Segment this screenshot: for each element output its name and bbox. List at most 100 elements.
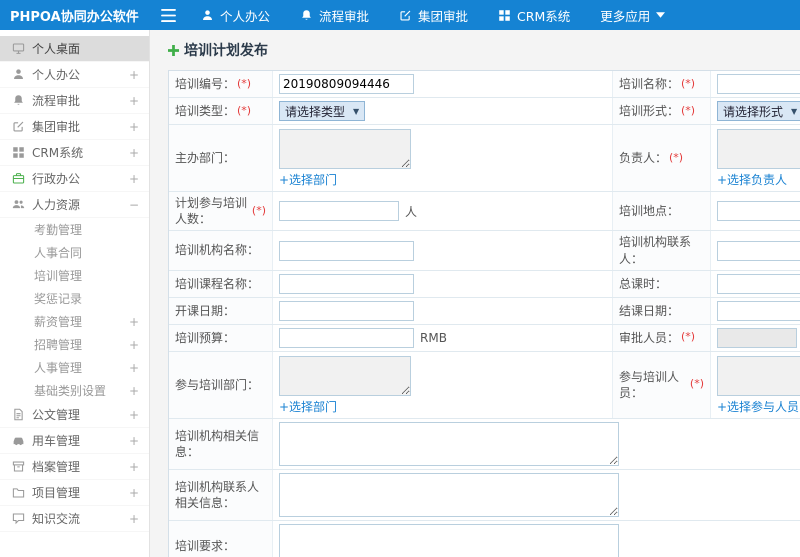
budget-input[interactable] — [279, 327, 414, 348]
host-dept-textarea[interactable] — [279, 129, 411, 169]
expand-icon[interactable]: + — [129, 434, 139, 448]
required-mark: (*) — [681, 330, 696, 344]
training-no-label: 培训编号： (*) — [169, 71, 273, 97]
select-dept-link[interactable]: +选择部门 — [279, 171, 337, 188]
top-menu-workflow-approval[interactable]: 流程审批 — [285, 0, 384, 30]
form-row: 培训预算： RMB 审批人员：(*) +选择审批人员 — [169, 324, 800, 352]
end-date-input[interactable] — [717, 300, 800, 321]
sidebar-subitem-training[interactable]: 培训管理 — [0, 264, 149, 287]
expand-icon[interactable]: + — [129, 94, 139, 108]
select-join-people-link[interactable]: +选择参与人员 — [717, 398, 799, 415]
select-value: 请选择形式 — [723, 104, 784, 119]
sidebar-subitem-rewards[interactable]: 奖惩记录 — [0, 287, 149, 310]
sidebar-subitem-attendance[interactable]: 考勤管理 — [0, 218, 149, 241]
join-people-textarea[interactable] — [717, 355, 800, 396]
budget-label: 培训预算： — [169, 324, 273, 351]
sidebar-item-project-mgmt[interactable]: 项目管理 + — [0, 480, 149, 506]
sidebar-item-personal-office[interactable]: 个人办公 + — [0, 62, 149, 88]
collapse-icon[interactable]: − — [129, 198, 139, 212]
expand-icon[interactable]: + — [129, 361, 139, 375]
sidebar-item-label: 人力资源 — [32, 198, 81, 212]
sidebar-item-archive-mgmt[interactable]: 档案管理 + — [0, 454, 149, 480]
expand-icon[interactable]: + — [129, 120, 139, 134]
training-no-input[interactable] — [279, 74, 414, 94]
required-mark: (*) — [237, 76, 252, 90]
training-form-select[interactable]: 请选择形式 ▼ — [717, 101, 800, 121]
training-name-label: 培训名称： (*) — [613, 71, 711, 97]
sidebar-subitem-label: 人事合同 — [34, 246, 83, 260]
expand-icon[interactable]: + — [129, 338, 139, 352]
start-date-input[interactable] — [279, 300, 414, 321]
top-menu-label: 流程审批 — [319, 8, 370, 24]
top-menu-crm[interactable]: CRM系统 — [483, 0, 585, 30]
planned-count-input[interactable] — [279, 201, 399, 222]
top-menu-personal-office[interactable]: 个人办公 — [186, 0, 285, 30]
expand-icon[interactable]: + — [129, 68, 139, 82]
sidebar-item-vehicle-mgmt[interactable]: 用车管理 + — [0, 428, 149, 454]
total-hours-input[interactable] — [717, 273, 800, 294]
sidebar-item-crm[interactable]: CRM系统 + — [0, 140, 149, 166]
user-icon — [201, 9, 214, 22]
sidebar-subitem-base-category[interactable]: 基础类别设置 + — [0, 379, 149, 402]
org-name-input[interactable] — [279, 240, 414, 261]
sidebar-item-admin-office[interactable]: 行政办公 + — [0, 166, 149, 192]
sidebar-subitem-label: 奖惩记录 — [34, 292, 83, 306]
training-plan-form: 培训编号：(*) 培训名称：(*) 培训类型：(*) 请选择类型 ▼ 培训形式：(… — [168, 70, 800, 557]
start-date-cell — [273, 297, 613, 324]
training-type-select[interactable]: 请选择类型 ▼ — [279, 101, 366, 121]
planned-count-cell: 人 — [273, 192, 613, 231]
expand-icon[interactable]: + — [129, 172, 139, 186]
expand-icon[interactable]: + — [129, 384, 139, 398]
expand-icon[interactable]: + — [129, 460, 139, 474]
approver-input[interactable] — [717, 327, 797, 348]
course-name-input[interactable] — [279, 273, 414, 294]
expand-icon[interactable]: + — [129, 146, 139, 160]
sidebar-item-label: 知识交流 — [32, 512, 81, 526]
sidebar-item-workflow-approval[interactable]: 流程审批 + — [0, 88, 149, 114]
sidebar-subitem-hr-contract[interactable]: 人事合同 — [0, 241, 149, 264]
host-dept-cell: +选择部门 — [273, 125, 613, 191]
select-join-dept-link[interactable]: +选择部门 — [279, 398, 337, 415]
join-dept-textarea[interactable] — [279, 355, 411, 396]
expand-icon[interactable]: + — [129, 408, 139, 422]
expand-icon[interactable]: + — [129, 512, 139, 526]
users-icon — [12, 198, 25, 211]
sidebar-item-document-mgmt[interactable]: 公文管理 + — [0, 402, 149, 428]
training-name-input[interactable] — [717, 74, 800, 94]
sidebar-subitem-personnel[interactable]: 人事管理 + — [0, 356, 149, 379]
chevron-down-icon: ▼ — [791, 106, 798, 116]
form-row: 计划参与培训人数： (*) 人 培训地点： — [169, 192, 800, 232]
end-date-label: 结课日期： — [613, 297, 711, 324]
sidebar-subitem-salary[interactable]: 薪资管理 + — [0, 310, 149, 333]
leader-textarea[interactable] — [717, 129, 800, 169]
required-mark: (*) — [237, 103, 252, 117]
join-people-label: 参与培训人员： (*) — [613, 351, 711, 418]
top-menu-more-apps[interactable]: 更多应用 — [585, 0, 680, 30]
org-contact-input[interactable] — [717, 240, 800, 261]
requirements-textarea[interactable] — [279, 523, 619, 557]
org-contact-info-textarea[interactable] — [279, 472, 619, 517]
location-label: 培训地点： — [613, 192, 711, 231]
location-input[interactable] — [717, 201, 800, 222]
expand-icon[interactable]: + — [129, 486, 139, 500]
approver-label: 审批人员： (*) — [613, 324, 711, 351]
top-menu-group-approval[interactable]: 集团审批 — [384, 0, 483, 30]
select-leader-link[interactable]: +选择负责人 — [717, 171, 787, 188]
total-hours-label: 总课时： — [613, 270, 711, 297]
app-logo: PHPOA协同办公软件 — [10, 9, 139, 25]
sidebar-subitem-label: 基础类别设置 — [34, 384, 107, 398]
course-name-cell — [273, 270, 613, 297]
sidebar-item-hr[interactable]: 人力资源 − — [0, 192, 149, 218]
archive-icon — [12, 460, 25, 473]
hamburger-menu-icon[interactable] — [150, 0, 186, 30]
sidebar-item-desktop[interactable]: 个人桌面 — [0, 36, 149, 62]
sidebar-subitem-recruitment[interactable]: 招聘管理 + — [0, 333, 149, 356]
sidebar-item-group-approval[interactable]: 集团审批 + — [0, 114, 149, 140]
sidebar-item-label: 公文管理 — [32, 408, 81, 422]
chevron-down-icon: ▼ — [353, 106, 360, 116]
expand-icon[interactable]: + — [129, 315, 139, 329]
org-contact-info-label: 培训机构联系人相关信息： — [169, 469, 273, 520]
required-mark: (*) — [689, 377, 704, 391]
sidebar-item-knowledge[interactable]: 知识交流 + — [0, 506, 149, 532]
org-info-textarea[interactable] — [279, 421, 619, 466]
